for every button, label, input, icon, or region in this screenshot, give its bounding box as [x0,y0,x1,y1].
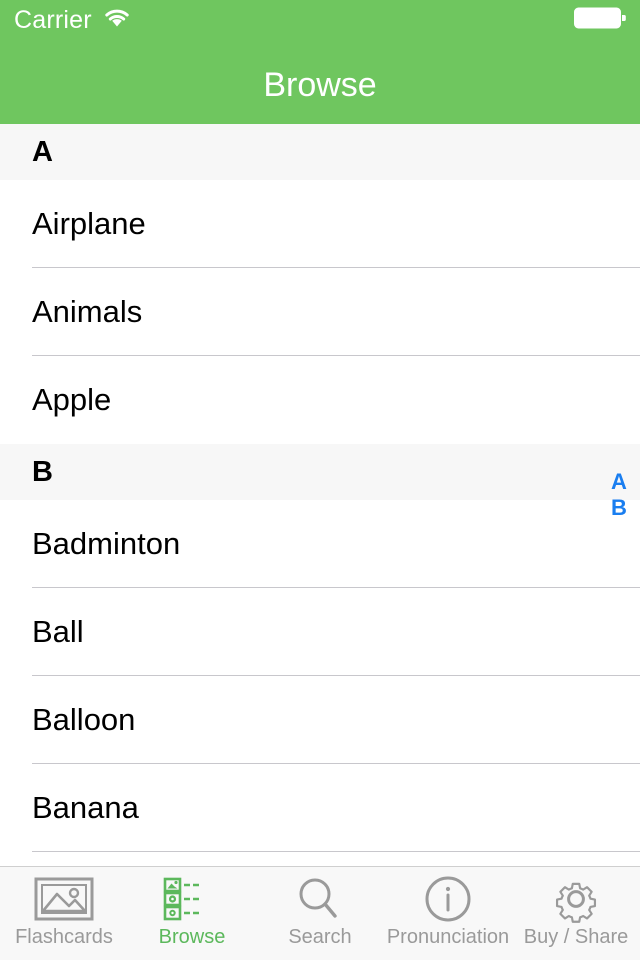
tab-flashcards[interactable]: Flashcards [0,867,128,960]
app-screen: Browse Carrier A Airplane Animals Apple … [0,0,640,960]
page-title: Browse [263,66,377,104]
section-index-letter-a[interactable]: A [606,469,632,495]
list-item[interactable]: Balloon [0,676,640,764]
list-item[interactable]: Apple [0,356,640,444]
info-circle-icon [422,875,474,923]
tab-label-pronunciation: Pronunciation [386,926,510,948]
tab-label-search: Search [288,926,352,948]
section-index[interactable]: A B [606,124,632,866]
tab-search[interactable]: Search [256,867,384,960]
section-index-letter-b[interactable]: B [606,495,632,521]
list-item[interactable]: Airplane [0,180,640,268]
tab-browse[interactable]: Browse [128,867,256,960]
list-item[interactable]: Badminton [0,500,640,588]
tab-label-flashcards: Flashcards [15,926,113,948]
list-item[interactable]: Ball [0,588,640,676]
carrier-label: Carrier [14,5,92,34]
status-bar: Carrier [0,0,640,40]
tab-buy-share[interactable]: Buy / Share [512,867,640,960]
browse-list[interactable]: A Airplane Animals Apple B Badminton Bal… [0,124,640,866]
list-thumbnails-icon [161,875,223,923]
tab-pronunciation[interactable]: Pronunciation [384,867,512,960]
battery-icon [574,6,626,35]
tab-label-buy-share: Buy / Share [523,926,629,948]
wifi-icon [102,7,132,34]
section-header-b: B [0,444,640,500]
tab-label-browse: Browse [158,926,226,948]
search-icon [292,875,348,923]
list-item[interactable]: Band Aid [0,852,640,866]
status-bar-left: Carrier [14,6,132,35]
list-item[interactable]: Animals [0,268,640,356]
photo-frame-icon [33,875,95,923]
section-header-a: A [0,124,640,180]
tab-bar: Flashcards Browse Search Pronunciation B… [0,866,640,960]
list-item[interactable]: Banana [0,764,640,852]
gear-icon [549,875,603,923]
